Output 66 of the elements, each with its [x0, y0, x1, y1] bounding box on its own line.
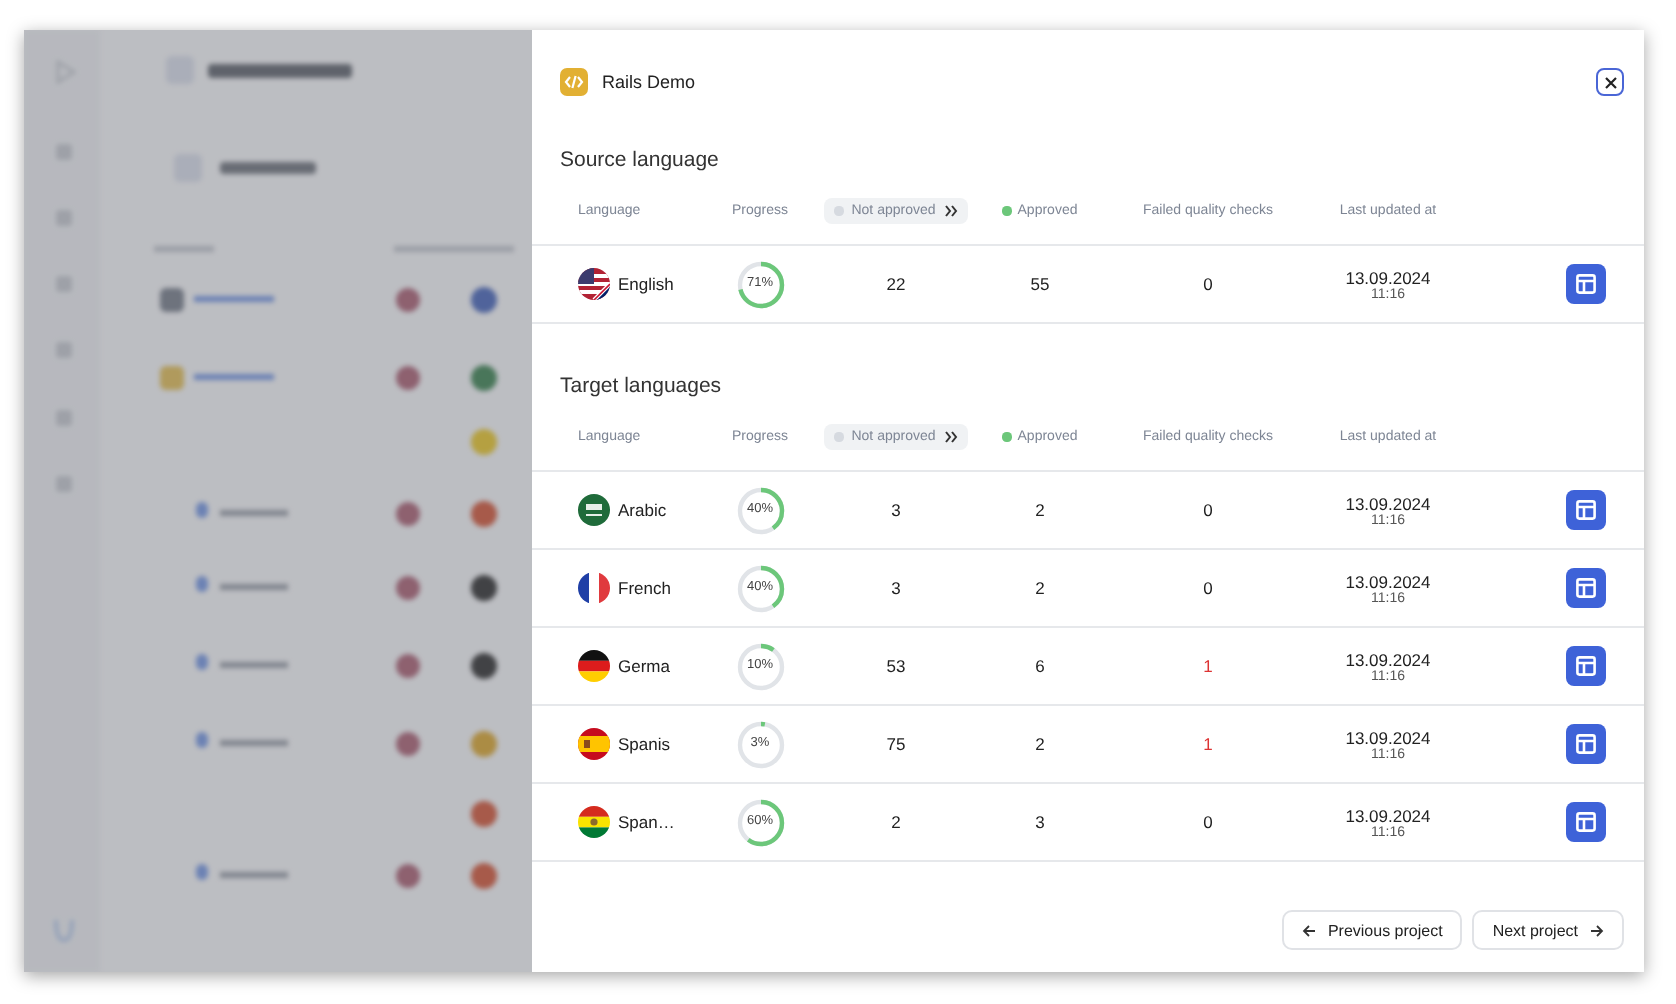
layout-icon: [1576, 274, 1596, 294]
double-chevron-icon: [943, 430, 958, 444]
flag-icon: [578, 728, 610, 760]
table-cell: 2: [1035, 578, 1045, 598]
next-button[interactable]: Next project: [1472, 910, 1624, 950]
date-text: 13.09.2024: [1345, 727, 1431, 747]
table-cell: 0: [1203, 578, 1213, 598]
table-cell: 0: [1203, 812, 1213, 832]
date-text: 13.09.2024: [1345, 805, 1431, 825]
project-name: Rails Demo: [602, 72, 698, 92]
flag-icon: [578, 268, 610, 300]
layout-icon: [1576, 734, 1596, 754]
table-cell: 1: [1203, 734, 1213, 754]
language-name: Span…: [618, 812, 675, 832]
progress-ring: [735, 485, 785, 535]
layout-icon: [1576, 578, 1596, 598]
table-cell: 75: [886, 734, 906, 754]
progress-ring: [735, 797, 785, 847]
editor-button[interactable]: [1566, 490, 1606, 530]
previous-button[interactable]: Previous project: [1281, 910, 1463, 950]
language-name: Germa: [618, 656, 670, 676]
table-cell: 3: [891, 578, 901, 598]
language-name: English: [618, 274, 674, 294]
layout-icon: [1576, 500, 1596, 520]
table-cell: 1: [1203, 656, 1213, 676]
progress-ring: [735, 641, 785, 691]
table-cell: 55: [1030, 274, 1050, 294]
editor-button[interactable]: [1566, 264, 1606, 304]
code-icon: [560, 68, 588, 96]
language-name: French: [618, 578, 671, 598]
flag-icon: [578, 650, 610, 682]
section-title: Source language: [558, 148, 721, 172]
arrow-right-icon: [1590, 923, 1604, 937]
language-name: Spanis: [618, 734, 670, 754]
section-title: Target languages: [558, 374, 724, 398]
layout-icon: [1576, 656, 1596, 676]
table-cell: 3: [1035, 812, 1045, 832]
editor-button[interactable]: [1566, 724, 1606, 764]
close-icon: [1603, 75, 1617, 89]
close-button[interactable]: [1596, 68, 1624, 96]
table-cell: 53: [886, 656, 906, 676]
editor-button[interactable]: [1566, 646, 1606, 686]
date-text: 13.09.2024: [1345, 493, 1431, 513]
date-text: 13.09.2024: [1345, 649, 1431, 669]
table-cell: 2: [1035, 500, 1045, 520]
date-text: 13.09.2024: [1345, 571, 1431, 591]
progress-ring: [735, 719, 785, 769]
progress-ring: [735, 563, 785, 613]
flag-icon: [578, 494, 610, 526]
flag-icon: [578, 572, 610, 604]
layout-icon: [1576, 812, 1596, 832]
editor-button[interactable]: [1566, 802, 1606, 842]
date-text: 13.09.2024: [1345, 267, 1431, 287]
table-cell: 2: [1035, 734, 1045, 754]
editor-button[interactable]: [1566, 568, 1606, 608]
table-cell: 3: [891, 500, 901, 520]
table-cell: 0: [1203, 500, 1213, 520]
table-cell: 6: [1035, 656, 1045, 676]
flag-icon: [578, 806, 610, 838]
table-cell: 22: [886, 274, 906, 294]
double-chevron-icon: [943, 204, 958, 218]
table-cell: 2: [891, 812, 901, 832]
progress-ring: [735, 259, 785, 309]
language-name: Arabic: [618, 500, 667, 520]
arrow-left-icon: [1301, 923, 1316, 937]
table-cell: 0: [1203, 274, 1213, 294]
